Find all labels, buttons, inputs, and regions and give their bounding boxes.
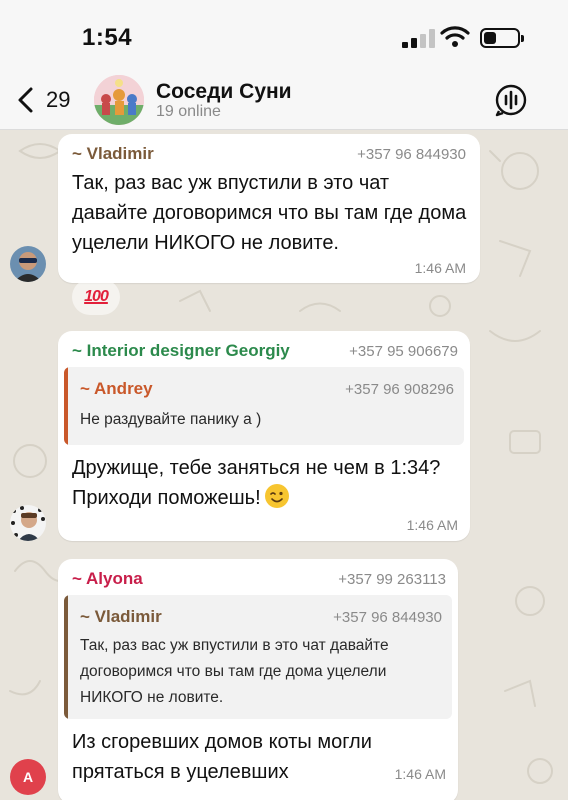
quote-phone: +357 96 844930 — [333, 609, 442, 626]
wifi-icon — [440, 26, 470, 47]
quote-bar — [64, 595, 68, 719]
message-time: 1:46 AM — [406, 517, 458, 533]
message-time: 1:46 AM — [394, 766, 446, 782]
message-text: Так, раз вас уж впустили в это чат давай… — [72, 172, 467, 254]
message-bubble[interactable]: ~ Interior designer Georgiy +357 95 9066… — [58, 331, 470, 541]
cellular-signal-icon — [402, 28, 436, 48]
group-avatar[interactable] — [94, 75, 144, 125]
message-text: Дружище, тебе заняться не чем в 1:34? Пр… — [72, 453, 458, 513]
group-avatar-image — [94, 75, 144, 125]
battery-icon — [480, 28, 524, 48]
voice-chat-icon[interactable] — [494, 83, 528, 117]
sender-phone: +357 95 906679 — [349, 343, 458, 360]
message-text: Из сгоревших домов коты могли прятаться … — [72, 731, 372, 783]
reply-quote[interactable]: ~ Andrey +357 96 908296 Не раздувайте па… — [64, 367, 464, 445]
online-count: 19 online — [156, 103, 221, 120]
quote-text: Так, раз вас уж впустили в это чат давай… — [80, 637, 389, 706]
message-list[interactable]: ~ Vladimir +357 96 844930 Так, раз вас у… — [0, 131, 568, 800]
quote-phone: +357 96 908296 — [345, 381, 454, 398]
unread-count: 29 — [46, 87, 71, 112]
sender-name[interactable]: ~ Vladimir — [72, 144, 154, 164]
sender-name[interactable]: ~ Interior designer Georgiy — [72, 341, 290, 361]
sender-phone: +357 96 844930 — [357, 146, 466, 163]
hundred-points-icon: 100 — [84, 288, 109, 305]
sender-avatar[interactable] — [10, 246, 46, 282]
sender-name[interactable]: ~ Alyona — [72, 569, 143, 589]
sender-phone: +357 99 263113 — [338, 571, 446, 588]
chat-header: 29 Соседи Суни 19 online — [0, 72, 568, 130]
avatar-photo — [10, 246, 46, 282]
quote-text: Не раздувайте панику а ) — [80, 411, 262, 428]
reaction-badge[interactable]: 100 — [72, 279, 120, 315]
winking-face-icon — [264, 484, 289, 508]
sender-avatar[interactable] — [10, 505, 46, 541]
group-title[interactable]: Соседи Суни — [156, 80, 292, 104]
quote-sender: ~ Andrey — [80, 379, 153, 398]
message-bubble[interactable]: ~ Alyona +357 99 263113 ~ Vladimir +357 … — [58, 559, 458, 800]
avatar-photo — [10, 505, 46, 541]
quote-sender: ~ Vladimir — [80, 607, 162, 626]
reply-quote[interactable]: ~ Vladimir +357 96 844930 Так, раз вас у… — [64, 595, 452, 719]
message-bubble[interactable]: ~ Vladimir +357 96 844930 Так, раз вас у… — [58, 134, 480, 283]
quote-bar — [64, 367, 68, 445]
sender-avatar[interactable]: A — [10, 759, 46, 795]
status-time: 1:54 — [82, 24, 133, 51]
message-text-content: Дружище, тебе заняться не чем в 1:34? Пр… — [72, 457, 441, 509]
message-time: 1:46 AM — [414, 260, 466, 276]
chevron-left-icon — [18, 87, 33, 113]
back-button[interactable]: 29 — [16, 84, 86, 116]
status-bar: 1:54 — [0, 0, 568, 72]
